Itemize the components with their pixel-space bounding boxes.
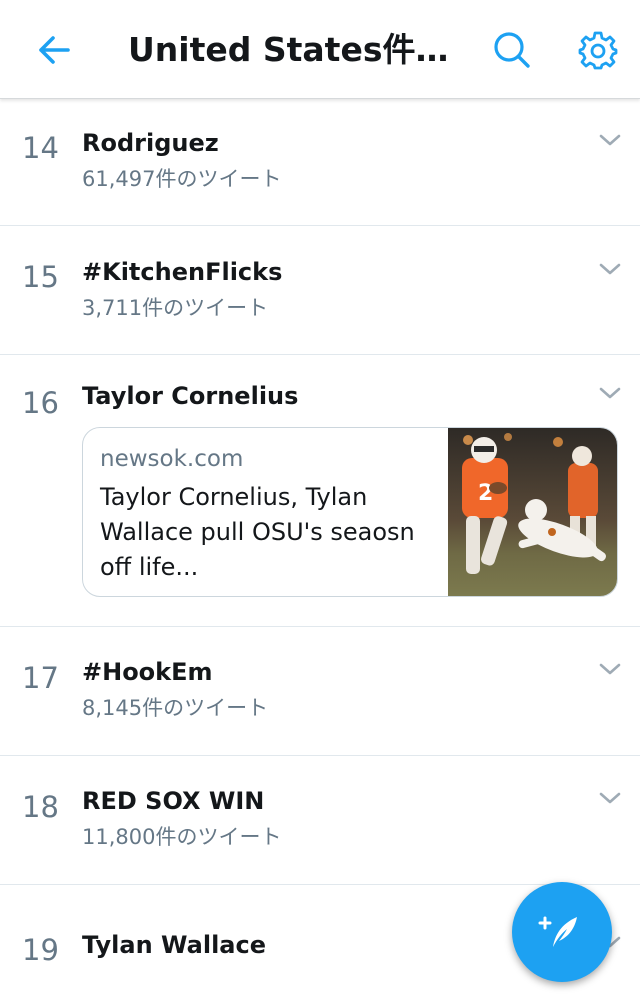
chevron-down-icon[interactable]	[598, 384, 622, 402]
trend-item[interactable]: 14 Rodriguez 61,497件のツイート	[0, 99, 640, 226]
back-button[interactable]	[28, 24, 80, 76]
trend-rank: 19	[22, 933, 59, 967]
chevron-down-icon[interactable]	[598, 131, 622, 149]
news-card[interactable]: newsok.com Taylor Cornelius, Tylan Walla…	[82, 427, 618, 597]
trend-rank: 16	[22, 386, 59, 420]
chevron-down-icon[interactable]	[598, 789, 622, 807]
search-button[interactable]	[486, 24, 538, 76]
chevron-down-icon[interactable]	[598, 660, 622, 678]
trend-name: #KitchenFlicks	[82, 258, 283, 286]
trend-rank: 15	[22, 260, 59, 294]
page-title: United States件の…	[128, 30, 458, 69]
trend-item[interactable]: 16 Taylor Cornelius newsok.com Taylor Co…	[0, 355, 640, 627]
trend-tweet-count: 61,497件のツイート	[82, 167, 282, 191]
trend-rank: 18	[22, 790, 59, 824]
trend-tweet-count: 8,145件のツイート	[82, 696, 269, 720]
chevron-down-icon[interactable]	[598, 260, 622, 278]
trend-name: Taylor Cornelius	[82, 382, 299, 410]
trend-item[interactable]: 18 RED SOX WIN 11,800件のツイート	[0, 756, 640, 885]
news-thumbnail: 2	[448, 428, 617, 596]
trend-item[interactable]: 17 #HookEm 8,145件のツイート	[0, 627, 640, 756]
compose-tweet-button[interactable]	[512, 882, 612, 982]
trend-tweet-count: 11,800件のツイート	[82, 825, 282, 849]
gear-icon	[578, 31, 618, 70]
trend-name: Tylan Wallace	[82, 931, 266, 959]
trend-name: Rodriguez	[82, 129, 219, 157]
search-icon	[494, 32, 530, 68]
trend-name: #HookEm	[82, 658, 213, 686]
settings-button[interactable]	[572, 24, 624, 76]
trend-name: RED SOX WIN	[82, 787, 265, 815]
app-header: United States件の…	[0, 0, 640, 99]
trend-item[interactable]: 15 #KitchenFlicks 3,711件のツイート	[0, 226, 640, 355]
card-domain: newsok.com	[100, 446, 244, 472]
trend-rank: 14	[22, 131, 59, 165]
card-headline: Taylor Cornelius, Tylan Wallace pull OSU…	[100, 483, 415, 581]
arrow-left-icon	[39, 36, 70, 64]
trends-list: 14 Rodriguez 61,497件のツイート 15 #KitchenFli…	[0, 99, 640, 1007]
compose-tweet-icon	[538, 916, 577, 947]
trend-rank: 17	[22, 661, 59, 695]
trend-tweet-count: 3,711件のツイート	[82, 296, 269, 320]
